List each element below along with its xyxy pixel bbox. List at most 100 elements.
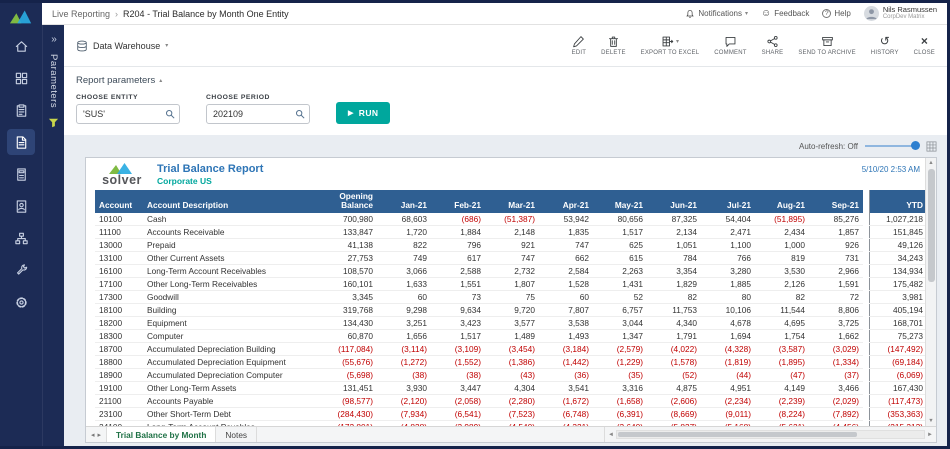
delete-button[interactable]: DELETE [601,35,626,56]
scroll-down-icon[interactable]: ▼ [928,416,933,426]
sidebar-item-modules[interactable] [7,65,35,91]
app-sidebar [0,3,42,446]
cell: (3,109) [431,342,485,355]
cell: 4,149 [755,381,809,394]
vertical-scroll-thumb[interactable] [928,169,935,282]
cell: (117,473) [869,394,927,407]
run-button[interactable]: ▶ RUN [336,102,390,124]
sidebar-item-live-reporting[interactable] [7,129,35,155]
cell: 3,725 [809,316,863,329]
tab-trial-balance-by-month[interactable]: Trial Balance by Month [106,427,216,442]
sidebar-item-assignments[interactable] [7,97,35,123]
home-icon [14,39,29,54]
edit-button[interactable]: EDIT [572,35,586,56]
database-icon [76,40,88,52]
share-button[interactable]: SHARE [762,35,784,56]
cell: (7,523) [485,407,539,420]
sidebar-item-budgeting[interactable] [7,161,35,187]
scroll-up-icon[interactable]: ▲ [928,158,933,168]
history-button[interactable]: ↺ HISTORY [871,35,899,56]
vertical-scrollbar[interactable]: ▲ ▼ [925,158,936,426]
cell: 617 [431,251,485,264]
cell: 18800 [95,355,143,368]
cell: 1,591 [809,277,863,290]
user-name: Nils Rasmussen [883,6,937,14]
cell: Computer [143,329,315,342]
send-to-archive-button[interactable]: SEND TO ARCHIVE [798,35,855,56]
cell: (3,184) [539,342,593,355]
cell: (117,084) [315,342,377,355]
cell: (1,658) [593,394,647,407]
cell: (2,234) [701,394,755,407]
cell: 73 [431,290,485,303]
cell: 80 [701,290,755,303]
export-to-excel-button[interactable]: ▾ EXPORT TO EXCEL [641,35,700,56]
filter-icon[interactable] [48,118,59,128]
column-header: Jan-21 [377,190,431,213]
datasource-selector[interactable]: Data Warehouse ▾ [76,40,168,52]
cell: 18100 [95,303,143,316]
chevron-down-icon: ▾ [745,10,748,17]
scroll-right-icon[interactable]: ► [927,432,933,438]
cell: (3,587) [755,342,809,355]
cell: 53,942 [539,213,593,226]
tab-next-icon[interactable]: ▸ [98,431,102,439]
cell: 2,584 [539,264,593,277]
search-icon[interactable] [295,109,305,119]
tab-prev-icon[interactable]: ◂ [91,431,95,439]
sidebar-item-home[interactable] [7,33,35,59]
horizontal-scrollbar[interactable]: ◄ ► [604,427,936,442]
cell: 1,885 [701,277,755,290]
cell: 3,423 [431,316,485,329]
scroll-left-icon[interactable]: ◄ [608,432,614,438]
entity-label: CHOOSE ENTITY [76,94,180,101]
cell: 18300 [95,329,143,342]
report-viewer: Auto-refresh: Off solver Trial Balance R… [64,135,947,446]
toggle-knob[interactable] [911,141,920,150]
cell: 1,528 [539,277,593,290]
sheet-nav-arrows[interactable]: ◂▸ [86,427,106,442]
report-document-icon [14,135,29,150]
sidebar-item-data-warehouse[interactable] [7,225,35,251]
cell: 9,298 [377,303,431,316]
table-row: 18100Building319,7689,2989,6349,7207,807… [95,303,927,316]
sidebar-item-tools[interactable] [7,257,35,283]
cell: (51,895) [755,213,809,226]
feedback-button[interactable]: ☺ Feedback [761,9,809,19]
horizontal-scroll-thumb[interactable] [618,432,858,437]
collapse-panel-icon[interactable]: » [51,34,56,45]
help-button[interactable]: ? Help [822,9,850,18]
action-label: DELETE [601,50,626,56]
close-button[interactable]: × CLOSE [914,35,935,56]
cell: 3,577 [485,316,539,329]
search-icon[interactable] [165,109,175,119]
sidebar-item-publishing[interactable] [7,193,35,219]
layout-grid-icon[interactable] [926,141,937,152]
report-parameters-toggle[interactable]: Report parameters ▴ [76,75,935,86]
cell: (6,748) [539,407,593,420]
auto-refresh-toggle[interactable] [865,145,919,147]
cell: 1,633 [377,277,431,290]
horizontal-scroll-track[interactable] [616,430,925,439]
cell: 1,493 [539,329,593,342]
cell: (1,578) [647,355,701,368]
cell: 10,106 [701,303,755,316]
comment-button[interactable]: COMMENT [714,35,746,56]
user-menu[interactable]: Nils Rasmussen CorpDev Matrix [864,6,937,21]
tab-notes[interactable]: Notes [216,427,257,442]
cell: 4,340 [647,316,701,329]
breadcrumb-root[interactable]: Live Reporting [52,9,110,19]
cell: 133,847 [315,225,377,238]
notifications-menu[interactable]: Notifications ▾ [685,9,748,19]
cell: 2,148 [485,225,539,238]
cell: 9,720 [485,303,539,316]
action-label: HISTORY [871,50,899,56]
table-row: 16100Long-Term Account Receivables108,57… [95,264,927,277]
cell: 319,768 [315,303,377,316]
solver-app-logo-icon[interactable] [9,9,33,24]
cell: (353,363) [869,407,927,420]
apps-grid-icon [14,71,29,86]
cell: 82 [647,290,701,303]
cell: 168,701 [869,316,927,329]
sidebar-item-settings[interactable] [7,289,35,315]
